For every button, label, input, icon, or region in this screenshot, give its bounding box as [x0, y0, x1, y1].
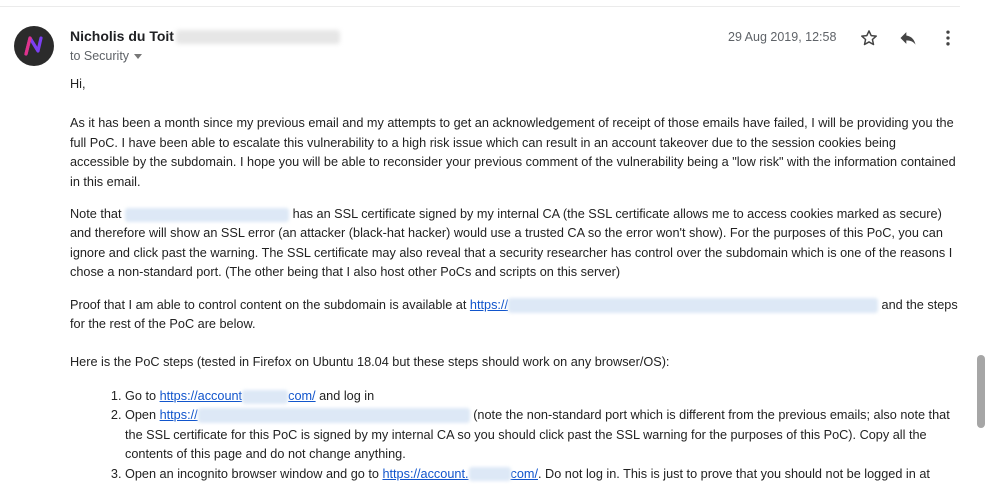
step-3-link-end: com/: [510, 466, 539, 481]
proof-link-text: https://: [469, 297, 508, 312]
more-vertical-icon[interactable]: [937, 27, 959, 49]
paragraph-proof: Proof that I am able to control content …: [70, 296, 958, 335]
steps-list: Go to https://account com/ and log in Ope…: [70, 387, 958, 484]
sender-email-redacted: [176, 30, 340, 44]
step-1-prefix: Go to: [125, 388, 157, 403]
redacted-url: [197, 408, 470, 424]
step-1-link-end: com/: [288, 388, 316, 403]
paragraph-steps-intro: Here is the PoC steps (tested in Firefox…: [70, 355, 670, 370]
list-item: Go to https://account com/ and log in: [125, 387, 958, 406]
recipient-label: to Security: [70, 49, 130, 63]
star-icon[interactable]: [858, 27, 880, 49]
sender-name: Nicholis du Toit: [70, 28, 174, 44]
greeting: Hi,: [70, 77, 86, 91]
list-item: Open https:// (note the non-standard por…: [125, 406, 958, 464]
paragraph-proof-prefix: Proof that I am able to control content …: [70, 297, 467, 312]
chevron-down-icon[interactable]: [134, 54, 143, 59]
paragraph-intro: As it has been a month since my previous…: [70, 116, 956, 189]
recipient-line[interactable]: to Security: [70, 49, 143, 63]
list-item: Open an incognito browser window and go …: [125, 465, 958, 484]
step-1-link-start: https://account: [159, 388, 243, 403]
redacted-domain: [125, 207, 290, 222]
email-body: Hi, As it has been a month since my prev…: [70, 75, 958, 484]
redacted-url: [508, 297, 878, 313]
step-2-link[interactable]: https://: [159, 408, 470, 424]
reply-icon[interactable]: [897, 27, 919, 49]
step-2-link-text: https://: [159, 408, 198, 423]
redacted-domain: [468, 467, 511, 482]
step-2-prefix: Open: [125, 408, 157, 423]
paragraph-ssl-prefix: Note that: [70, 207, 122, 222]
step-1-link[interactable]: https://account com/: [159, 388, 316, 404]
step-3-link[interactable]: https://account. com/: [382, 466, 539, 482]
redacted-domain: [242, 389, 289, 404]
step-3-prefix: Open an incognito browser window and go …: [125, 466, 379, 481]
paragraph-ssl-note: Note that has an SSL certificate signed …: [70, 205, 958, 283]
scrollbar-thumb[interactable]: [977, 355, 985, 428]
avatar[interactable]: [14, 26, 54, 66]
avatar-n-logo-icon: [24, 36, 43, 56]
header-divider: [0, 6, 960, 7]
proof-link[interactable]: https://: [469, 297, 878, 313]
email-date: 29 Aug 2019, 12:58: [728, 30, 837, 44]
step-3-link-start: https://account.: [382, 466, 469, 481]
step-3-rest: . Do not log in. This is just to prove t…: [538, 466, 930, 481]
step-1-suffix: and log in: [319, 388, 375, 403]
